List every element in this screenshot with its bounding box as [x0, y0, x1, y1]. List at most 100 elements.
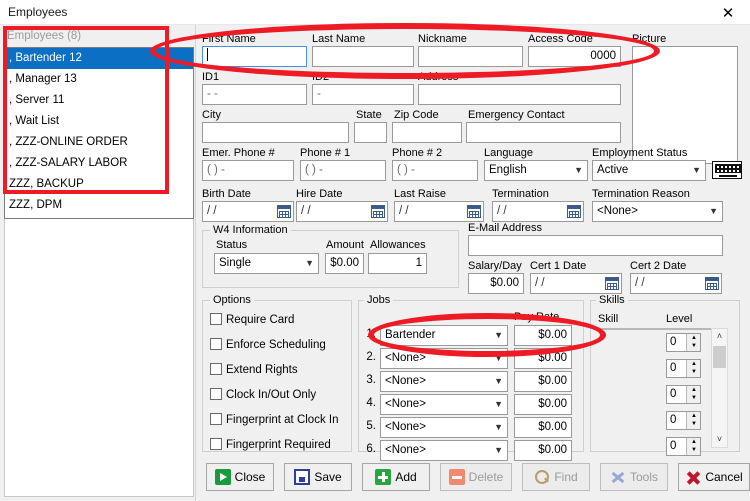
calendar-icon[interactable]	[567, 205, 581, 218]
spinner-up-icon[interactable]: ▲	[687, 412, 701, 420]
emer-phone-input[interactable]: ( ) -	[202, 160, 294, 181]
nickname-label: Nickname	[418, 33, 467, 45]
list-item[interactable]: ZZZ, DPM	[5, 195, 193, 216]
checkbox-require-card[interactable]: Require Card	[210, 313, 294, 326]
list-item[interactable]: , ZZZ-SALARY LABOR	[5, 153, 193, 174]
hire-date-input[interactable]: / /	[296, 201, 388, 222]
scrollbar-thumb[interactable]	[713, 346, 726, 368]
scroll-up-icon[interactable]: ˄	[712, 329, 727, 344]
spinner-buttons[interactable]: ▲ ▼	[686, 438, 700, 455]
floppy-disk-icon	[294, 469, 311, 485]
spinner-up-icon[interactable]: ▲	[687, 438, 701, 446]
find-button[interactable]: Find	[522, 463, 590, 491]
list-item[interactable]: , Bartender 12	[5, 48, 193, 69]
find-button-label: Find	[554, 470, 578, 484]
calendar-icon[interactable]	[371, 205, 385, 218]
checkbox-fingerprint-at-clock-in[interactable]: Fingerprint at Clock In	[210, 413, 339, 426]
zip-code-input[interactable]	[392, 122, 462, 143]
on-screen-keyboard-icon[interactable]	[712, 161, 742, 179]
job-select-3[interactable]: <None> ▼	[380, 371, 508, 392]
delete-button[interactable]: Delete	[440, 463, 512, 491]
list-item[interactable]: , Manager 13	[5, 69, 193, 90]
id2-input[interactable]: -	[312, 84, 414, 105]
phone1-input[interactable]: ( ) -	[300, 160, 386, 181]
spinner-up-icon[interactable]: ▲	[687, 360, 701, 368]
skill-level-spinner-2[interactable]: 0 ▲ ▼	[666, 359, 701, 378]
id1-input[interactable]: - -	[202, 84, 307, 105]
access-code-input[interactable]: 0000	[528, 46, 621, 67]
spinner-down-icon[interactable]: ▼	[687, 342, 701, 350]
job-select-5[interactable]: <None> ▼	[380, 417, 508, 438]
skill-level-spinner-1[interactable]: 0 ▲ ▼	[666, 333, 701, 352]
cert2-date-input[interactable]: / /	[630, 273, 722, 294]
calendar-icon[interactable]	[467, 205, 481, 218]
spinner-buttons[interactable]: ▲ ▼	[686, 412, 700, 429]
list-item[interactable]: , ZZZ-ONLINE ORDER	[5, 132, 193, 153]
w4-allowances-input[interactable]: 1	[368, 253, 427, 274]
language-select[interactable]: English ▼	[484, 160, 588, 181]
calendar-icon[interactable]	[605, 277, 619, 290]
employment-status-select[interactable]: Active ▼	[592, 160, 706, 181]
scroll-down-icon[interactable]: ˅	[712, 432, 727, 447]
spinner-up-icon[interactable]: ▲	[687, 386, 701, 394]
address-input[interactable]	[418, 84, 621, 105]
job-pay-rate-5[interactable]: $0.00	[514, 417, 572, 438]
list-item[interactable]: , Wait List	[5, 111, 193, 132]
spinner-buttons[interactable]: ▲ ▼	[686, 360, 700, 377]
city-input[interactable]	[202, 122, 349, 143]
skills-scrollbar[interactable]: ˄ ˅	[711, 328, 728, 448]
employee-list[interactable]: , Bartender 12 , Manager 13 , Server 11 …	[4, 47, 194, 219]
birth-date-input[interactable]: / /	[202, 201, 294, 222]
spinner-down-icon[interactable]: ▼	[687, 394, 701, 402]
close-window-button[interactable]: ✕	[706, 0, 750, 25]
w4-amount-input[interactable]: $0.00	[325, 253, 364, 274]
close-button[interactable]: Close	[206, 463, 274, 491]
last-name-input[interactable]	[312, 46, 414, 67]
salary-day-input[interactable]: $0.00	[468, 273, 524, 294]
job-select-1[interactable]: Bartender ▼	[380, 325, 508, 346]
list-item[interactable]: , Server 11	[5, 90, 193, 111]
cert1-date-value: / /	[535, 277, 545, 289]
tools-button[interactable]: Tools	[600, 463, 668, 491]
skill-level-spinner-4[interactable]: 0 ▲ ▼	[666, 411, 701, 430]
spinner-down-icon[interactable]: ▼	[687, 446, 701, 454]
calendar-icon[interactable]	[705, 277, 719, 290]
job-pay-rate-2[interactable]: $0.00	[514, 348, 572, 369]
emergency-contact-input[interactable]	[466, 122, 621, 143]
checkbox-fingerprint-required[interactable]: Fingerprint Required	[210, 438, 331, 451]
add-button[interactable]: Add	[362, 463, 430, 491]
state-input[interactable]	[354, 122, 387, 143]
spinner-up-icon[interactable]: ▲	[687, 334, 701, 342]
job-pay-rate-1[interactable]: $0.00	[514, 325, 572, 346]
job-select-4[interactable]: <None> ▼	[380, 394, 508, 415]
spinner-down-icon[interactable]: ▼	[687, 368, 701, 376]
job-select-2[interactable]: <None> ▼	[380, 348, 508, 369]
email-input[interactable]	[468, 235, 723, 256]
calendar-icon[interactable]	[277, 205, 291, 218]
w4-status-select[interactable]: Single ▼	[214, 253, 319, 274]
plus-icon	[375, 469, 392, 485]
skill-level-spinner-5[interactable]: 0 ▲ ▼	[666, 437, 701, 456]
spinner-buttons[interactable]: ▲ ▼	[686, 386, 700, 403]
save-button[interactable]: Save	[284, 463, 352, 491]
spinner-buttons[interactable]: ▲ ▼	[686, 334, 700, 351]
cancel-button[interactable]: Cancel	[678, 463, 750, 491]
nickname-input[interactable]	[418, 46, 523, 67]
phone2-input[interactable]: ( ) -	[392, 160, 478, 181]
cert1-date-input[interactable]: / /	[530, 273, 622, 294]
address-label: Address	[418, 71, 459, 83]
w4-group-title: W4 Information	[210, 224, 291, 236]
job-pay-rate-4[interactable]: $0.00	[514, 394, 572, 415]
last-raise-input[interactable]: / /	[394, 201, 484, 222]
checkbox-enforce-scheduling[interactable]: Enforce Scheduling	[210, 338, 326, 351]
termination-reason-select[interactable]: <None> ▼	[592, 201, 723, 222]
checkbox-clock-in-out-only[interactable]: Clock In/Out Only	[210, 388, 316, 401]
checkbox-extend-rights[interactable]: Extend Rights	[210, 363, 298, 376]
salary-day-label: Salary/Day	[468, 260, 522, 272]
spinner-down-icon[interactable]: ▼	[687, 420, 701, 428]
job-pay-rate-3[interactable]: $0.00	[514, 371, 572, 392]
first-name-input[interactable]	[202, 46, 307, 67]
skill-level-spinner-3[interactable]: 0 ▲ ▼	[666, 385, 701, 404]
termination-date-input[interactable]: / /	[492, 201, 584, 222]
list-item[interactable]: ZZZ, BACKUP	[5, 174, 193, 195]
